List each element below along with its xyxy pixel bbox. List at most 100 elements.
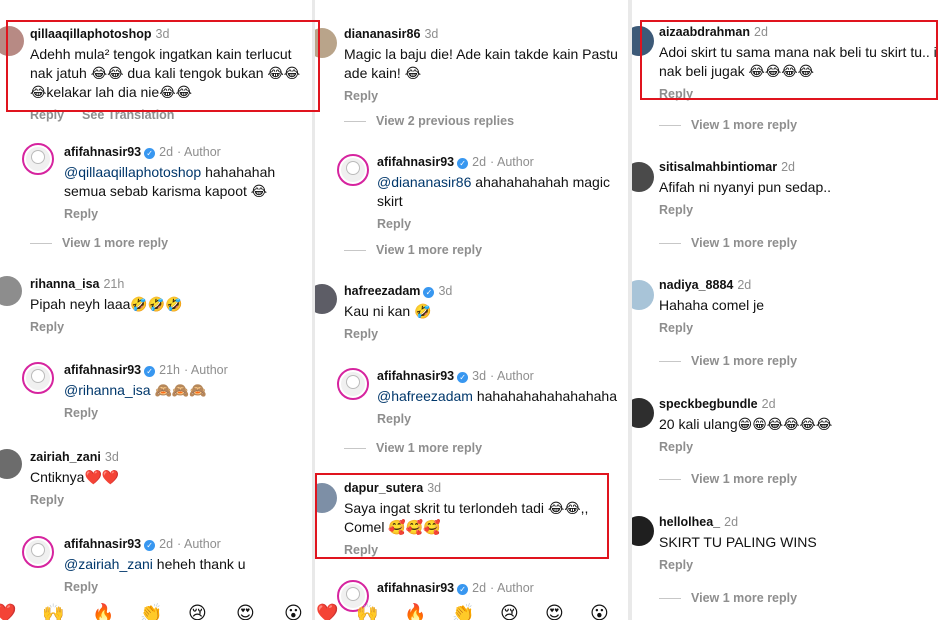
see-translation-link[interactable]: See Translation bbox=[82, 108, 174, 122]
mention-link[interactable]: @hafreezadam bbox=[377, 388, 473, 404]
comment: aizaabdrahman 2d Adoi skirt tu sama mana … bbox=[659, 24, 944, 103]
username[interactable]: afifahnasir93 bbox=[64, 537, 141, 551]
reply-button[interactable]: Reply bbox=[659, 558, 693, 572]
username[interactable]: zairiah_zani bbox=[30, 450, 101, 464]
comments-panel-3: aizaabdrahman 2d Adoi skirt tu sama mana … bbox=[632, 0, 950, 620]
avatar[interactable] bbox=[0, 449, 22, 479]
mention-link[interactable]: @qillaaqillaphotoshop bbox=[64, 164, 201, 180]
comment: nadiya_8884 2d Hahaha comel je Reply bbox=[659, 277, 944, 337]
reply-button[interactable]: Reply bbox=[64, 406, 98, 420]
username[interactable]: afifahnasir93 bbox=[377, 581, 454, 595]
comment: afifahnasir93 ✓ 2d · Author @qillaaqillapho… bbox=[64, 144, 309, 223]
avatar[interactable] bbox=[0, 276, 22, 306]
avatar[interactable] bbox=[632, 280, 654, 310]
mention-link[interactable]: @zairiah_zani bbox=[64, 556, 153, 572]
avatar[interactable] bbox=[22, 536, 54, 568]
comments-panel-2: diananasir86 3d Magic la baju die! Ade ka… bbox=[315, 0, 628, 620]
username[interactable]: dapur_sutera bbox=[344, 481, 423, 495]
username[interactable]: afifahnasir93 bbox=[64, 145, 141, 159]
avatar[interactable] bbox=[337, 154, 369, 186]
surprised-emoji-icon[interactable]: 😮 bbox=[590, 604, 609, 620]
mention-link[interactable]: @diananasir86 bbox=[377, 174, 471, 190]
reply-button[interactable]: Reply bbox=[64, 580, 98, 594]
reply-button[interactable]: Reply bbox=[344, 89, 378, 103]
comment: qillaaqillaphotoshop 3d Adehh mula² tengo… bbox=[30, 26, 312, 124]
username[interactable]: diananasir86 bbox=[344, 27, 420, 41]
username[interactable]: speckbegbundle bbox=[659, 397, 758, 411]
reply-button[interactable]: Reply bbox=[377, 412, 411, 426]
comment-text: Adehh mula² tengok ingatkan kain terlucu… bbox=[30, 46, 301, 100]
view-more-replies[interactable]: View 1 more reply bbox=[659, 354, 797, 368]
username[interactable]: aizaabdrahman bbox=[659, 25, 750, 39]
avatar[interactable] bbox=[315, 483, 337, 513]
username[interactable]: sitisalmahbintiomar bbox=[659, 160, 777, 174]
clap-emoji-icon[interactable]: 👏 bbox=[452, 604, 474, 620]
avatar[interactable] bbox=[0, 26, 24, 56]
view-more-replies[interactable]: View 1 more reply bbox=[659, 236, 797, 250]
crying-emoji-icon[interactable]: 😢 bbox=[188, 604, 207, 620]
heart-eyes-emoji-icon[interactable]: 😍 bbox=[545, 604, 564, 620]
view-more-replies[interactable]: View 1 more reply bbox=[344, 441, 482, 455]
clap-emoji-icon[interactable]: 👏 bbox=[140, 604, 162, 620]
surprised-emoji-icon[interactable]: 😮 bbox=[284, 604, 303, 620]
fire-emoji-icon[interactable]: 🔥 bbox=[404, 604, 426, 620]
comment: sitisalmahbintiomar 2d Afifah ni nyanyi p… bbox=[659, 159, 944, 219]
reply-button[interactable]: Reply bbox=[64, 207, 98, 221]
avatar[interactable] bbox=[632, 398, 654, 428]
reply-button[interactable]: Reply bbox=[30, 108, 64, 122]
avatar[interactable] bbox=[22, 362, 54, 394]
timestamp: 3d bbox=[427, 481, 442, 495]
comment-text: @zairiah_zani heheh thank u bbox=[64, 555, 309, 574]
username[interactable]: qillaaqillaphotoshop bbox=[30, 27, 152, 41]
timestamp: 2d bbox=[761, 397, 776, 411]
raised-hands-emoji-icon[interactable]: 🙌 bbox=[42, 604, 64, 620]
comment: afifahnasir93 ✓ 2d · Author bbox=[377, 580, 625, 596]
avatar[interactable] bbox=[315, 284, 337, 314]
avatar[interactable] bbox=[632, 26, 654, 56]
avatar[interactable] bbox=[632, 516, 654, 546]
divider bbox=[659, 361, 681, 363]
comment: dapur_sutera 3d Saya ingat skrit tu terlo… bbox=[344, 480, 624, 559]
reply-button[interactable]: Reply bbox=[659, 203, 693, 217]
view-more-replies[interactable]: View 1 more reply bbox=[659, 118, 797, 132]
username[interactable]: rihanna_isa bbox=[30, 277, 99, 291]
reply-button[interactable]: Reply bbox=[659, 87, 693, 101]
reply-button[interactable]: Reply bbox=[30, 493, 64, 507]
avatar[interactable] bbox=[337, 368, 369, 400]
username[interactable]: afifahnasir93 bbox=[377, 369, 454, 383]
reply-button[interactable]: Reply bbox=[344, 327, 378, 341]
username[interactable]: hafreezadam bbox=[344, 284, 420, 298]
comment-text: Hahaha comel je bbox=[659, 297, 765, 313]
reply-button[interactable]: Reply bbox=[30, 320, 64, 334]
reply-button[interactable]: Reply bbox=[344, 543, 378, 557]
view-more-replies-label: View 1 more reply bbox=[376, 441, 483, 455]
crying-emoji-icon[interactable]: 😢 bbox=[500, 604, 519, 620]
timestamp: 3d bbox=[438, 284, 453, 298]
verified-badge-icon: ✓ bbox=[144, 148, 156, 159]
heart-emoji-icon[interactable]: ❤️ bbox=[0, 604, 16, 620]
comment: hafreezadam ✓ 3d Kau ni kan 🤣 Reply bbox=[344, 283, 624, 343]
heart-emoji-icon[interactable]: ❤️ bbox=[316, 604, 338, 620]
comment-text: Magic la baju die! Ade kain takde kain P… bbox=[344, 46, 618, 81]
mention-link[interactable]: @rihanna_isa bbox=[64, 382, 151, 398]
username[interactable]: afifahnasir93 bbox=[64, 363, 141, 377]
avatar[interactable] bbox=[632, 162, 654, 192]
avatar[interactable] bbox=[315, 28, 337, 58]
raised-hands-emoji-icon[interactable]: 🙌 bbox=[356, 604, 378, 620]
reply-button[interactable]: Reply bbox=[659, 440, 693, 454]
timestamp: 2d bbox=[159, 537, 174, 551]
view-more-replies-label: View 1 more reply bbox=[691, 354, 798, 368]
view-more-replies[interactable]: View 1 more reply bbox=[30, 236, 168, 250]
view-more-replies[interactable]: View 1 more reply bbox=[659, 472, 797, 486]
avatar[interactable] bbox=[22, 143, 54, 175]
heart-eyes-emoji-icon[interactable]: 😍 bbox=[236, 604, 255, 620]
username[interactable]: afifahnasir93 bbox=[377, 155, 454, 169]
fire-emoji-icon[interactable]: 🔥 bbox=[92, 604, 114, 620]
username[interactable]: hellolhea_ bbox=[659, 515, 720, 529]
username[interactable]: nadiya_8884 bbox=[659, 278, 733, 292]
view-previous-replies[interactable]: View 2 previous replies bbox=[344, 114, 514, 128]
timestamp: 2d bbox=[737, 278, 752, 292]
reply-button[interactable]: Reply bbox=[377, 217, 411, 231]
reply-button[interactable]: Reply bbox=[659, 321, 693, 335]
view-more-replies[interactable]: View 1 more reply bbox=[344, 243, 482, 257]
